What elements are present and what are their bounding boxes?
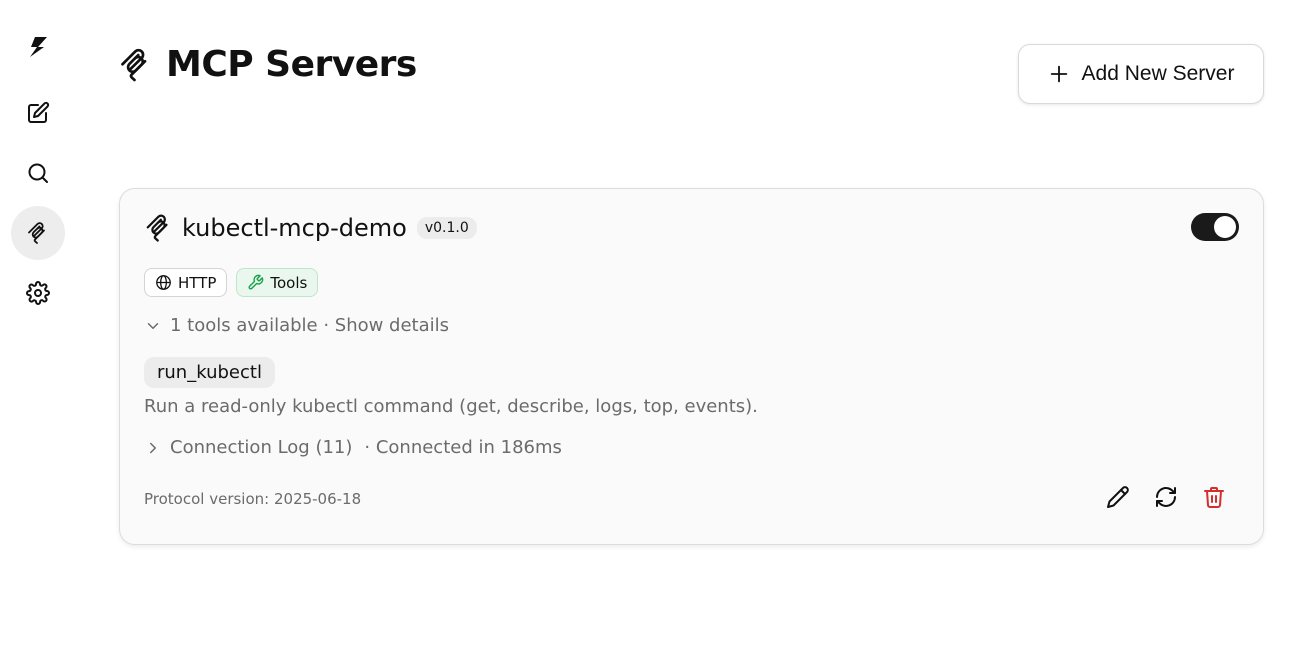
capability-badge: Tools <box>236 268 319 297</box>
version-badge: v0.1.0 <box>416 217 477 239</box>
refresh-icon <box>1156 487 1176 507</box>
server-enabled-toggle[interactable] <box>1191 213 1239 241</box>
edit-icon <box>28 101 50 123</box>
globe-icon <box>156 275 171 290</box>
transport-label: HTTP <box>178 273 217 292</box>
transport-badge: HTTP <box>144 268 228 297</box>
connection-log-toggle[interactable]: Connection Log (11) <box>170 437 352 458</box>
search-icon <box>28 163 48 183</box>
plus-icon <box>1050 65 1067 83</box>
protocol-version: Protocol version: 2025-06-18 <box>144 490 362 508</box>
tools-details-toggle[interactable]: 1 tools available · Show details <box>144 315 449 336</box>
capability-label: Tools <box>270 273 308 292</box>
bolt-logo-icon <box>30 37 47 57</box>
connection-time: · Connected in 186ms <box>364 437 562 458</box>
server-card: kubectl-mcp-demo v0.1.0 HTTP Tools 1 too… <box>119 188 1264 545</box>
pencil-icon <box>1107 486 1129 508</box>
server-name: kubectl-mcp-demo <box>182 214 407 242</box>
server-actions <box>1106 485 1226 509</box>
reconnect-server-button[interactable] <box>1154 485 1178 509</box>
page-title: MCP Servers <box>166 44 417 85</box>
chevron-down-icon <box>147 322 159 329</box>
delete-server-button[interactable] <box>1202 485 1226 509</box>
server-header: kubectl-mcp-demo v0.1.0 <box>144 213 477 243</box>
mcp-icon <box>28 222 45 244</box>
mcp-icon <box>146 214 168 242</box>
chevron-right-icon <box>150 442 156 453</box>
sidebar-item-mcp-servers[interactable] <box>11 206 65 260</box>
page-header: MCP Servers <box>118 44 417 85</box>
sidebar <box>0 0 76 651</box>
app-logo[interactable] <box>11 20 65 74</box>
toggle-knob <box>1214 216 1236 238</box>
add-new-server-label: Add New Server <box>1081 62 1235 85</box>
tool-name-chip: run_kubectl <box>144 357 275 388</box>
connection-log-row: Connection Log (11) · Connected in 186ms <box>144 437 562 458</box>
gear-icon <box>26 281 50 305</box>
sidebar-item-search[interactable] <box>11 146 65 200</box>
mcp-icon <box>121 48 147 81</box>
tool-description: Run a read-only kubectl command (get, de… <box>144 396 758 417</box>
sidebar-item-new-chat[interactable] <box>11 86 65 140</box>
wrench-icon <box>248 274 264 290</box>
tools-summary: 1 tools available · Show details <box>170 315 450 336</box>
trash-icon <box>1204 487 1224 508</box>
server-badges: HTTP Tools <box>144 268 319 297</box>
add-new-server-button[interactable]: Add New Server <box>1018 44 1264 104</box>
sidebar-item-settings[interactable] <box>11 266 65 320</box>
edit-server-button[interactable] <box>1106 485 1130 509</box>
